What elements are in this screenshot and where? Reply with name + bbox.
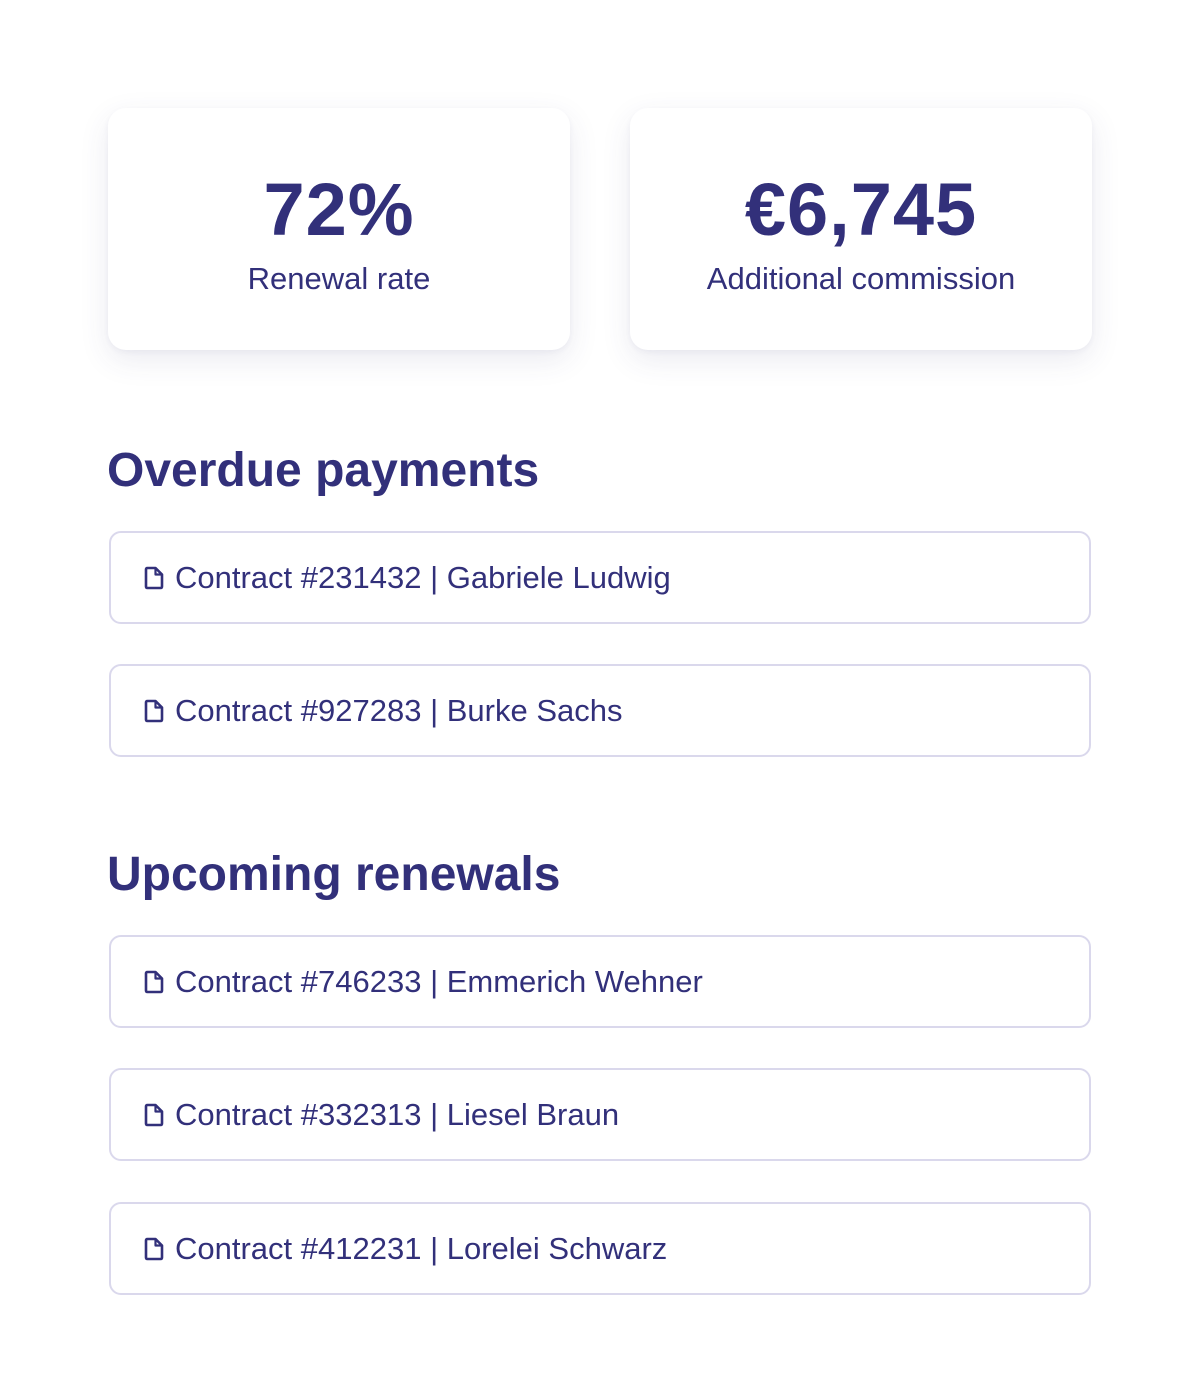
document-icon [143, 699, 165, 723]
document-icon [143, 566, 165, 590]
document-icon [143, 970, 165, 994]
document-icon [143, 1103, 165, 1127]
contract-row-label: Contract #927283 | Burke Sachs [175, 692, 623, 728]
overdue-payments-title: Overdue payments [107, 444, 540, 497]
overdue-contract-row[interactable]: Contract #927283 | Burke Sachs [109, 664, 1091, 757]
renewal-rate-card: 72% Renewal rate [108, 108, 570, 350]
contract-row-label: Contract #332313 | Liesel Braun [175, 1096, 620, 1132]
contract-row-label: Contract #746233 | Emmerich Wehner [175, 963, 703, 999]
additional-commission-label: Additional commission [706, 261, 1016, 296]
renewal-rate-label: Renewal rate [247, 261, 431, 296]
renewal-contract-row[interactable]: Contract #412231 | Lorelei Schwarz [109, 1202, 1091, 1295]
renewal-rate-value: 72% [263, 168, 415, 251]
renewal-contract-row[interactable]: Contract #746233 | Emmerich Wehner [109, 935, 1091, 1028]
upcoming-renewals-title: Upcoming renewals [107, 848, 561, 901]
contract-row-label: Contract #231432 | Gabriele Ludwig [175, 559, 671, 595]
document-icon [143, 1237, 165, 1261]
additional-commission-card: €6,745 Additional commission [630, 108, 1092, 350]
overdue-contract-row[interactable]: Contract #231432 | Gabriele Ludwig [109, 531, 1091, 624]
additional-commission-value: €6,745 [744, 168, 978, 251]
renewal-contract-row[interactable]: Contract #332313 | Liesel Braun [109, 1068, 1091, 1161]
contract-row-label: Contract #412231 | Lorelei Schwarz [175, 1230, 668, 1266]
